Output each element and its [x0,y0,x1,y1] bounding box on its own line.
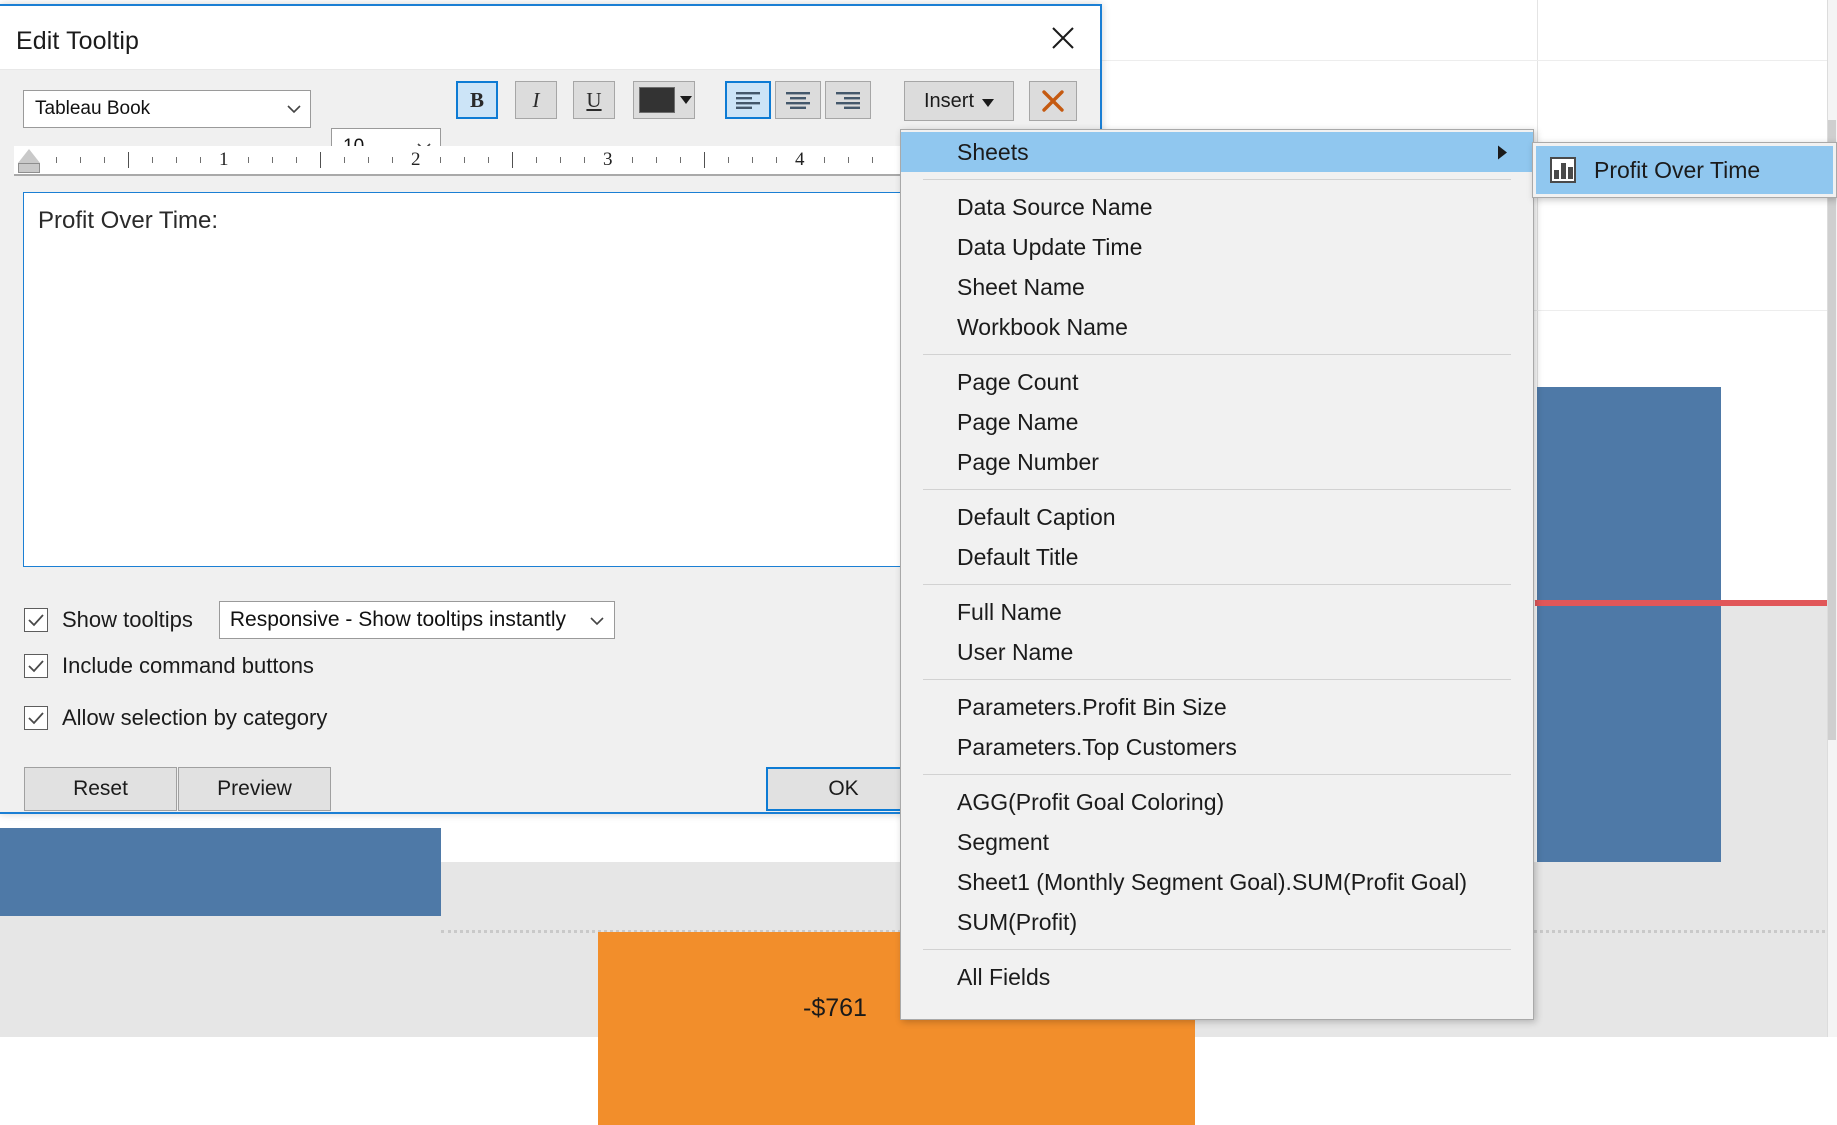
italic-button[interactable]: I [515,81,557,119]
bar-blue-right [1537,387,1721,884]
menu-item-workbook-name[interactable]: Workbook Name [901,307,1533,347]
menu-item-sheet1-monthly-segment-goal-sum-profit-goal[interactable]: Sheet1 (Monthly Segment Goal).SUM(Profit… [901,862,1533,902]
insert-menu: Sheets Data Source Name Data Update Time… [900,129,1534,1020]
tooltip-mode-select[interactable]: Responsive - Show tooltips instantly [219,601,615,639]
menu-item-page-count[interactable]: Page Count [901,362,1533,402]
chevron-down-icon [590,608,604,632]
menu-separator [923,584,1511,585]
allow-selection-by-category-checkbox[interactable] [24,706,48,730]
insert-button-label: Insert [924,90,974,113]
bar-value-label: -$761 [803,994,867,1023]
goal-reference-line [1535,600,1837,606]
menu-item-data-source-name[interactable]: Data Source Name [901,187,1533,227]
font-family-select[interactable]: Tableau Book [23,90,311,128]
caret-down-icon [982,90,994,113]
menu-separator [923,949,1511,950]
menu-item-page-name[interactable]: Page Name [901,402,1533,442]
menu-item-user-name[interactable]: User Name [901,632,1533,672]
menu-item-parameters-profit-bin-size[interactable]: Parameters.Profit Bin Size [901,687,1533,727]
menu-item-sheet-name[interactable]: Sheet Name [901,267,1533,307]
menu-item-all-fields[interactable]: All Fields [901,957,1533,997]
show-tooltips-row: Show tooltips Responsive - Show tooltips… [24,601,615,639]
ruler-number: 3 [603,149,613,171]
menu-item-sheets[interactable]: Sheets [901,132,1533,172]
font-color-button[interactable] [633,81,695,119]
chevron-down-icon [287,98,301,120]
ok-button[interactable]: OK [766,767,921,811]
bar-chart-icon [1550,157,1576,183]
menu-item-full-name[interactable]: Full Name [901,592,1533,632]
menu-item-page-number[interactable]: Page Number [901,442,1533,482]
menu-item-default-title[interactable]: Default Title [901,537,1533,577]
menu-separator [923,354,1511,355]
align-left-icon[interactable] [725,81,771,119]
allow-selection-by-category-label: Allow selection by category [62,705,327,731]
indent-marker[interactable] [18,149,40,163]
remove-x-icon[interactable] [1029,81,1077,121]
menu-separator [923,679,1511,680]
allow-selection-by-category-row: Allow selection by category [24,705,327,731]
bold-button[interactable]: B [456,81,498,119]
dialog-titlebar: Edit Tooltip [0,6,1100,70]
menu-item-parameters-top-customers[interactable]: Parameters.Top Customers [901,727,1533,767]
submenu-item-label: Profit Over Time [1594,157,1760,184]
indent-marker-base[interactable] [18,163,40,173]
menu-item-default-caption[interactable]: Default Caption [901,497,1533,537]
include-command-buttons-label: Include command buttons [62,653,314,679]
menu-item-segment[interactable]: Segment [901,822,1533,862]
color-swatch [639,87,675,113]
ruler-number: 1 [219,149,229,171]
format-toolbar: Tableau Book 10 B I U [0,70,1100,132]
align-right-icon[interactable] [825,81,871,119]
insert-button[interactable]: Insert [904,81,1014,121]
font-family-value: Tableau Book [35,98,150,120]
chevron-down-icon [680,91,692,109]
chevron-right-icon [1498,139,1507,166]
ruler-number: 2 [411,149,421,171]
menu-separator [923,774,1511,775]
tooltip-mode-value: Responsive - Show tooltips instantly [230,608,566,632]
menu-separator [923,489,1511,490]
submenu-item-profit-over-time[interactable]: Profit Over Time [1536,146,1833,194]
include-command-buttons-checkbox[interactable] [24,654,48,678]
menu-item-label: Sheets [957,139,1029,166]
show-tooltips-label: Show tooltips [62,607,193,633]
menu-item-sum-profit[interactable]: SUM(Profit) [901,902,1533,942]
menu-separator [923,179,1511,180]
ruler-number: 4 [795,149,805,171]
tooltip-text-content: Profit Over Time: [38,207,218,234]
reset-button[interactable]: Reset [24,767,177,811]
sheets-submenu: Profit Over Time [1532,142,1837,198]
close-icon[interactable] [1040,18,1086,58]
show-tooltips-checkbox[interactable] [24,608,48,632]
bar-blue-bottom [0,828,441,916]
underline-button[interactable]: U [573,81,615,119]
menu-item-data-update-time[interactable]: Data Update Time [901,227,1533,267]
preview-button[interactable]: Preview [178,767,331,811]
scrollbar-thumb[interactable] [1828,120,1836,740]
menu-item-agg-profit-goal-coloring[interactable]: AGG(Profit Goal Coloring) [901,782,1533,822]
align-center-icon[interactable] [775,81,821,119]
include-command-buttons-row: Include command buttons [24,653,314,679]
page-title: Edit Tooltip [16,27,139,56]
